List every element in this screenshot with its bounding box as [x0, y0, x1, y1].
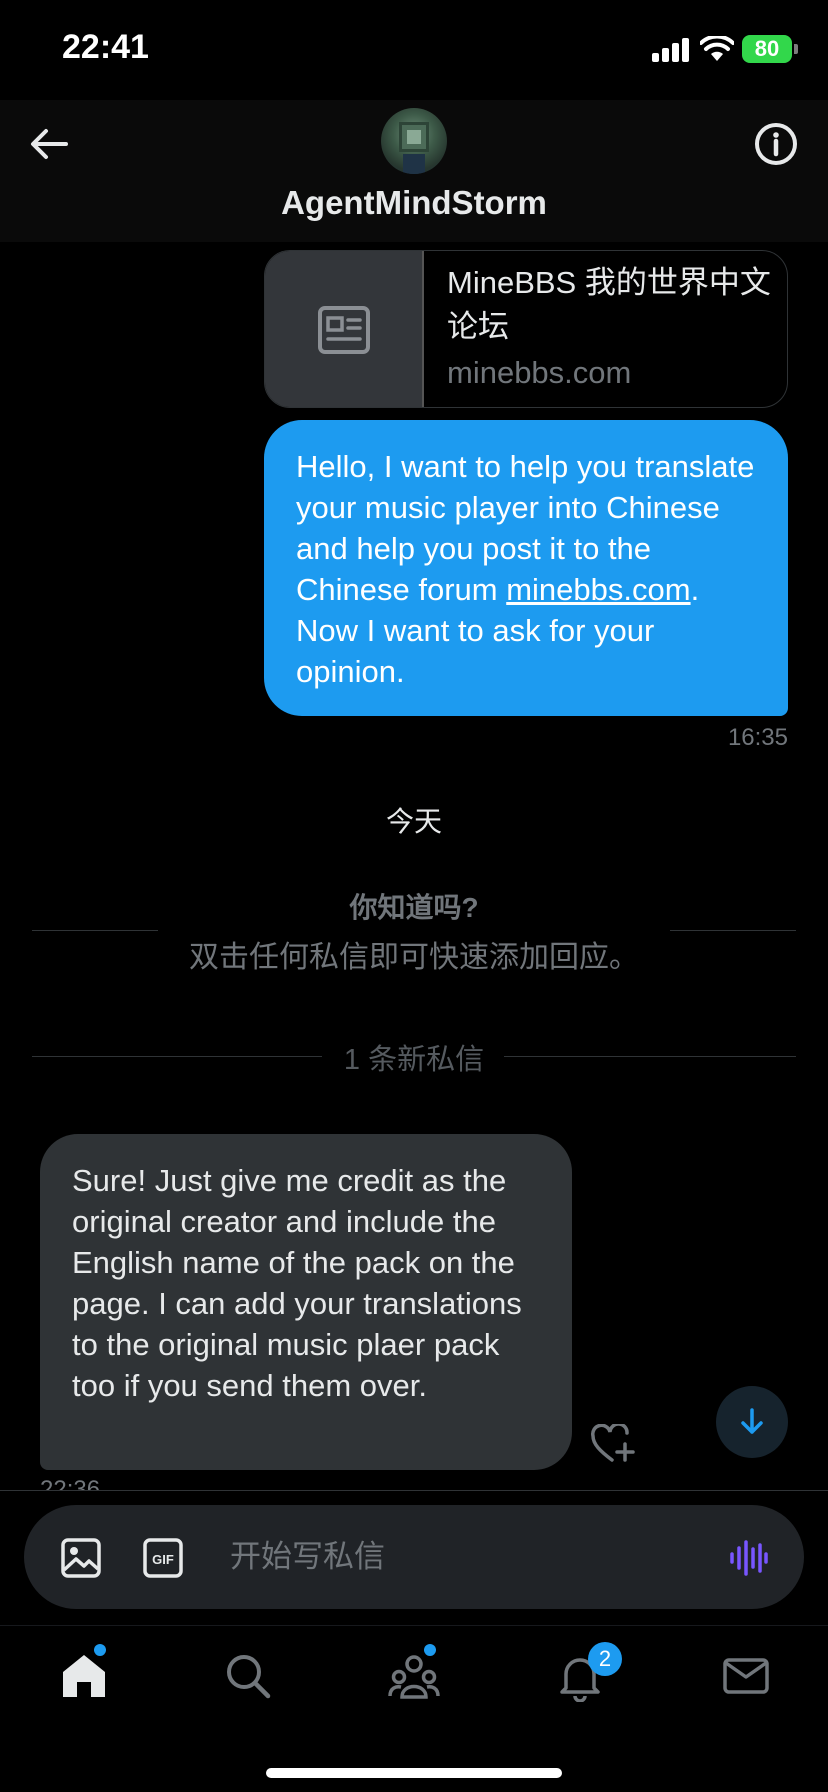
messages-envelope-icon[interactable]: [720, 1650, 772, 1702]
divider: [32, 930, 158, 931]
wifi-icon: [700, 36, 734, 61]
communities-icon[interactable]: [388, 1650, 440, 1702]
tip-title: 你知道吗?: [349, 892, 479, 923]
incoming-message-bubble[interactable]: Sure! Just give me credit as the origina…: [40, 1134, 572, 1470]
battery-icon: 80: [742, 35, 792, 63]
new-messages-label: 1 条新私信: [343, 1044, 485, 1076]
battery-level: 80: [754, 36, 780, 61]
arrow-down-icon: [741, 1408, 763, 1434]
info-icon[interactable]: [750, 118, 802, 170]
link-thumbnail: [265, 251, 424, 407]
home-icon[interactable]: [58, 1650, 110, 1702]
status-bar: 22:41 80: [0, 0, 828, 100]
search-icon[interactable]: [222, 1650, 274, 1702]
message-timestamp: 16:35: [727, 724, 788, 751]
scroll-to-bottom-button[interactable]: [716, 1386, 788, 1458]
battery-cap: [794, 44, 798, 54]
gif-icon[interactable]: GIF: [142, 1537, 184, 1579]
date-separator: 今天: [385, 806, 442, 837]
conversation-username[interactable]: AgentMindStorm: [0, 184, 828, 222]
article-icon: [317, 306, 370, 354]
notifications-badge: 2: [588, 1642, 622, 1676]
divider: [670, 930, 796, 931]
home-indicator: [266, 1768, 562, 1778]
voice-message-icon[interactable]: [728, 1539, 768, 1577]
tip-body: 双击任何私信即可快速添加回应。: [189, 941, 639, 974]
add-reaction-heart-icon[interactable]: [590, 1424, 636, 1464]
status-time: 22:41: [62, 28, 149, 66]
outgoing-message-bubble[interactable]: Hello, I want to help you translate your…: [264, 420, 788, 716]
tab-bar: 2: [0, 1625, 828, 1792]
conversation-header: AgentMindStorm: [0, 100, 828, 242]
gif-label: GIF: [152, 1552, 174, 1567]
home-unread-dot: [94, 1644, 106, 1656]
image-icon[interactable]: [60, 1537, 102, 1579]
link-preview-title: MineBBS 我的世界中文论坛: [447, 265, 771, 344]
message-timestamp: 22:36: [40, 1476, 101, 1490]
cellular-signal-icon: [652, 38, 692, 62]
message-text: Sure! Just give me credit as the origina…: [72, 1163, 522, 1403]
communities-unread-dot: [424, 1644, 436, 1656]
message-link[interactable]: minebbs.com: [506, 572, 690, 607]
avatar[interactable]: [381, 108, 447, 174]
link-preview-card[interactable]: MineBBS 我的世界中文论坛 minebbs.com: [264, 250, 788, 408]
link-preview-domain: minebbs.com: [447, 355, 632, 390]
message-input[interactable]: [230, 1529, 690, 1585]
message-composer: GIF: [24, 1505, 804, 1609]
back-arrow-icon[interactable]: [24, 118, 76, 170]
